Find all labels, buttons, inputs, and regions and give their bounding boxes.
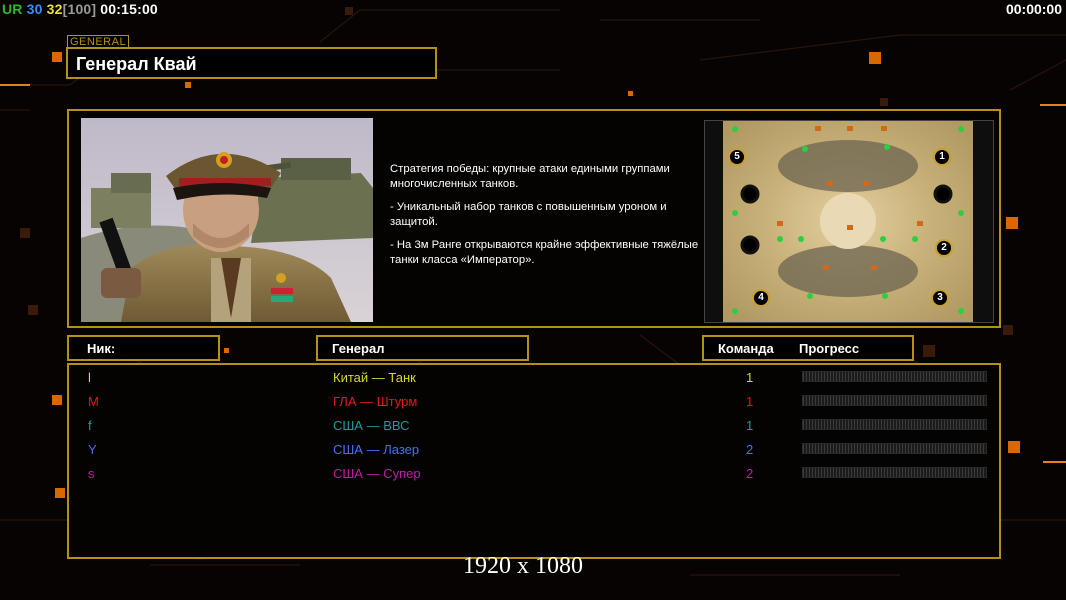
hud-value-32: 32 (46, 1, 63, 17)
player-team: 1 (746, 394, 754, 409)
player-nick: f (88, 418, 92, 433)
player-general: США — Лазер (333, 442, 420, 457)
player-progress-bar (802, 443, 987, 454)
player-row: l Китай — Танк 1 (69, 367, 1003, 391)
player-row: Y США — Лазер 2 (69, 439, 1003, 463)
player-general: США — ВВС (333, 418, 410, 433)
header-general: Генерал (332, 341, 385, 356)
map-start-1: 1 (933, 148, 951, 166)
general-info-panel: Стратегия победы: крупные атаки едиными … (67, 109, 1001, 328)
player-nick: l (88, 370, 91, 385)
map-start-4: 4 (752, 289, 770, 307)
map-start-2: 2 (935, 239, 953, 257)
player-progress-bar (802, 395, 987, 406)
header-progress: Прогресс (799, 341, 860, 356)
description-rank3: - На 3м Ранге открываются крайне эффекти… (390, 239, 699, 266)
player-progress-bar (802, 371, 987, 382)
general-portrait (81, 118, 373, 322)
header-general-box: Генерал (316, 335, 529, 361)
general-description: Стратегия победы: крупные атаки едиными … (390, 162, 700, 276)
header-nick-box: Ник: (67, 335, 220, 361)
hud-stats: UR 30 32[100] 00:15:00 (2, 1, 162, 17)
hud-timer-right: 00:00:00 (1005, 1, 1062, 17)
header-nick: Ник: (87, 341, 116, 356)
player-general: ГЛА — Штурм (333, 394, 418, 409)
hud-ur-label: UR (2, 1, 23, 17)
header-team-progress-box: Команда Прогресс (702, 335, 914, 361)
player-general: Китай — Танк (333, 370, 416, 385)
header-team: Команда (718, 341, 774, 356)
map-start-3: 3 (931, 289, 949, 307)
player-team: 1 (746, 370, 754, 385)
hud-timer-left: 00:15:00 (100, 1, 158, 17)
map-preview: 5 1 2 4 3 (704, 120, 994, 323)
player-row: s США — Супер 2 (69, 463, 1003, 487)
player-nick: Y (88, 442, 97, 457)
description-tanks: - Уникальный набор танков с повышенным у… (390, 201, 667, 228)
player-nick: s (88, 466, 95, 481)
player-team: 2 (746, 466, 754, 481)
player-list: l Китай — Танк 1 M ГЛА — Штурм 1 f США —… (67, 363, 1001, 559)
description-strategy: Стратегия победы: крупные атаки едиными … (390, 163, 670, 190)
hud-value-30: 30 (26, 1, 43, 17)
player-nick: M (88, 394, 99, 409)
resolution-label: 1920 x 1080 (463, 553, 583, 579)
player-team: 2 (746, 442, 754, 457)
general-title-box: Генерал Квай (66, 47, 437, 79)
player-progress-bar (802, 419, 987, 430)
player-progress-bar (802, 467, 987, 478)
hud-value-100: [100] (62, 1, 97, 17)
player-row: M ГЛА — Штурм 1 (69, 391, 1003, 415)
player-team: 1 (746, 418, 754, 433)
player-general: США — Супер (333, 466, 421, 481)
general-name: Генерал Квай (76, 54, 197, 74)
map-start-5: 5 (728, 148, 746, 166)
player-row: f США — ВВС 1 (69, 415, 1003, 439)
